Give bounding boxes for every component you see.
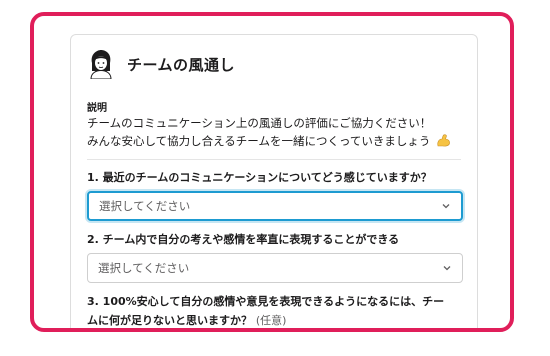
optional-tag: (任意) xyxy=(255,314,287,327)
question-1-label: 1. 最近のチームのコミュニケーションについてどう感じていますか？ xyxy=(87,171,432,184)
question-3-label-text: ムに何が足りないと思いますか？ xyxy=(87,314,252,327)
question-1-select[interactable]: 選択してください xyxy=(87,191,463,221)
description-line-1: チームのコミュニケーション上の風通しの評価にご協力ください！ xyxy=(87,116,432,130)
question-3-label-line-1: 3. 100%安心して自分の感情や意見を表現できるようになるには、チー xyxy=(87,295,445,308)
description-label: 説明 xyxy=(87,103,107,114)
highlight-frame: チームの風通し 説明 チームのコミュニケーション上の風通しの評価にご協力ください… xyxy=(30,12,514,332)
form-card: チームの風通し 説明 チームのコミュニケーション上の風通しの評価にご協力ください… xyxy=(70,34,478,328)
question-2-select[interactable]: 選択してください xyxy=(87,253,463,283)
question-2-label: 2. チーム内で自分の考えや感情を率直に表現することができる xyxy=(87,233,400,246)
chevron-down-icon xyxy=(443,266,451,271)
description-line-2-text: みんな安心して協力し合えるチームを一緒につくっていきましょう xyxy=(87,134,431,148)
divider xyxy=(87,159,461,160)
form-title: チームの風通し xyxy=(127,55,236,74)
question-3-label-line-2: ムに何が足りないと思いますか？ (任意) xyxy=(87,312,286,328)
question-2-placeholder: 選択してください xyxy=(98,261,190,275)
avatar-icon xyxy=(90,50,112,79)
form-header: チームの風通し xyxy=(87,49,235,79)
question-1-placeholder: 選択してください xyxy=(99,199,191,213)
flexed-biceps-icon xyxy=(437,134,450,147)
description-line-2: みんな安心して協力し合えるチームを一緒につくっていきましょう xyxy=(87,133,451,149)
chevron-down-icon xyxy=(442,204,450,209)
